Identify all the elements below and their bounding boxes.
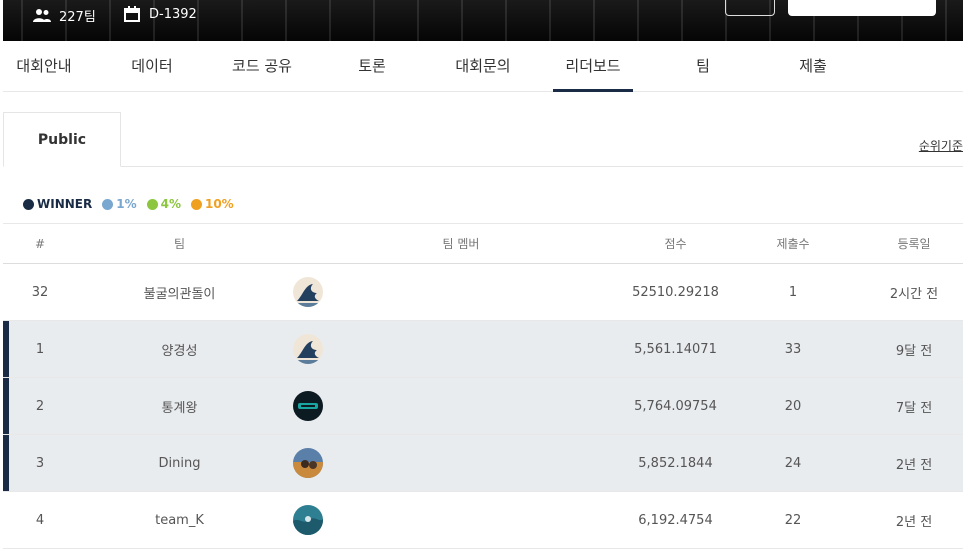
one-percent-dot-icon — [102, 198, 114, 210]
avatar[interactable] — [293, 391, 323, 421]
tab-submit[interactable]: 제출 — [796, 41, 830, 91]
table-header-row: # 팀 팀 멤버 점수 제출수 등록일 — [3, 223, 963, 264]
header-team: 팀 — [173, 237, 186, 251]
row-score: 52510.29218 — [632, 284, 719, 300]
leaderboard-subtabs: Public 순위기준 — [3, 112, 963, 167]
row-submissions: 22 — [784, 512, 802, 528]
row-score: 5,764.09754 — [634, 398, 717, 414]
tab-public[interactable]: Public — [3, 112, 121, 167]
row-members — [282, 378, 640, 434]
row-rank: 4 — [35, 512, 45, 528]
winner-dot-icon — [23, 198, 34, 210]
four-percent-dot-icon — [146, 198, 158, 210]
competition-tabs: 대회안내 데이터 코드 공유 토론 대회문의 리더보드 팀 제출 — [3, 41, 963, 92]
table-row[interactable]: 3 Dining 5,852.1844 24 2년 전 — [3, 435, 963, 492]
legend-label: 1% — [116, 197, 137, 211]
row-score: 5,561.14071 — [634, 341, 717, 357]
table-row[interactable]: 2 통계왕 5,764.09754 20 7달 전 — [3, 378, 963, 435]
tab-discussion[interactable]: 토론 — [355, 41, 389, 91]
avatar[interactable] — [293, 448, 323, 478]
ocean-avatar-icon — [293, 505, 323, 535]
row-score: 5,852.1844 — [638, 455, 713, 471]
legend-1pct: 1% — [102, 197, 137, 211]
tab-inquiry[interactable]: 대회문의 — [451, 41, 515, 91]
header-icon-button[interactable] — [725, 0, 775, 16]
legend-winner: WINNER — [23, 197, 92, 211]
avatar[interactable] — [293, 277, 323, 307]
row-date: 9달 전 — [895, 343, 933, 359]
sunset-avatar-icon — [293, 448, 323, 478]
tab-team[interactable]: 팀 — [691, 41, 715, 91]
avatar[interactable] — [293, 334, 323, 364]
row-submissions: 33 — [784, 341, 802, 357]
avatar[interactable] — [293, 505, 323, 535]
row-submissions: 24 — [784, 455, 802, 471]
row-date: 2년 전 — [895, 514, 933, 530]
header-date: 등록일 — [897, 237, 931, 251]
dday-value: D-1392 — [149, 6, 197, 22]
rank-criteria-link[interactable]: 순위기준 — [919, 137, 963, 154]
team-count-stat: 227팀 — [33, 6, 96, 25]
row-submissions: 20 — [784, 398, 802, 414]
dark-logo-avatar-icon — [293, 391, 323, 421]
header-action-button[interactable] — [788, 0, 936, 16]
table-row[interactable]: 1 양경성 5,561.14071 33 9달 전 — [3, 321, 963, 378]
legend-label: 4% — [160, 197, 181, 211]
row-submissions: 1 — [788, 284, 798, 300]
row-team[interactable]: 불굴의관돌이 — [77, 264, 282, 320]
row-team[interactable]: 통계왕 — [77, 378, 282, 434]
row-score: 6,192.4754 — [638, 512, 713, 528]
row-date: 7달 전 — [895, 400, 933, 416]
tab-leaderboard[interactable]: 리더보드 — [553, 41, 633, 92]
competition-banner: 227팀 D-1392 — [3, 0, 963, 41]
tab-overview[interactable]: 대회안내 — [13, 41, 75, 91]
row-date: 2시간 전 — [889, 286, 939, 302]
dday-stat: D-1392 — [123, 6, 197, 22]
calendar-icon — [124, 6, 140, 22]
tab-code-share[interactable]: 코드 공유 — [229, 41, 295, 91]
row-rank: 3 — [35, 455, 45, 471]
table-row[interactable]: 4 team_K 6,192.4754 22 2년 전 — [3, 492, 963, 549]
legend-label: 10% — [204, 197, 234, 211]
leaderboard-table: # 팀 팀 멤버 점수 제출수 등록일 32 불굴의관돌이 52510.2921… — [3, 223, 963, 549]
header-rank: # — [34, 236, 46, 251]
tab-data[interactable]: 데이터 — [129, 41, 175, 91]
row-members — [282, 435, 640, 491]
legend-4pct: 4% — [146, 197, 181, 211]
row-team[interactable]: team_K — [77, 492, 282, 548]
wave-avatar-icon — [293, 334, 323, 364]
row-rank: 32 — [31, 284, 49, 300]
row-members — [282, 321, 640, 377]
ten-percent-dot-icon — [190, 198, 202, 210]
row-date: 2년 전 — [895, 457, 933, 473]
legend-10pct: 10% — [190, 197, 234, 211]
wave-avatar-icon — [293, 277, 323, 307]
row-team[interactable]: 양경성 — [77, 321, 282, 377]
header-score[interactable]: 점수 — [603, 224, 748, 263]
rank-legend: WINNER 1% 4% 10% — [23, 197, 234, 211]
team-count: 227팀 — [59, 10, 96, 25]
row-members — [282, 264, 640, 320]
people-icon — [33, 8, 51, 22]
row-rank: 2 — [35, 398, 45, 414]
header-members: 팀 멤버 — [442, 237, 480, 251]
row-rank: 1 — [35, 341, 45, 357]
row-members — [282, 492, 640, 548]
header-submissions: 제출수 — [776, 237, 810, 251]
row-team[interactable]: Dining — [77, 435, 282, 491]
legend-label: WINNER — [37, 197, 93, 211]
table-row[interactable]: 32 불굴의관돌이 52510.29218 1 2시간 전 — [3, 264, 963, 321]
